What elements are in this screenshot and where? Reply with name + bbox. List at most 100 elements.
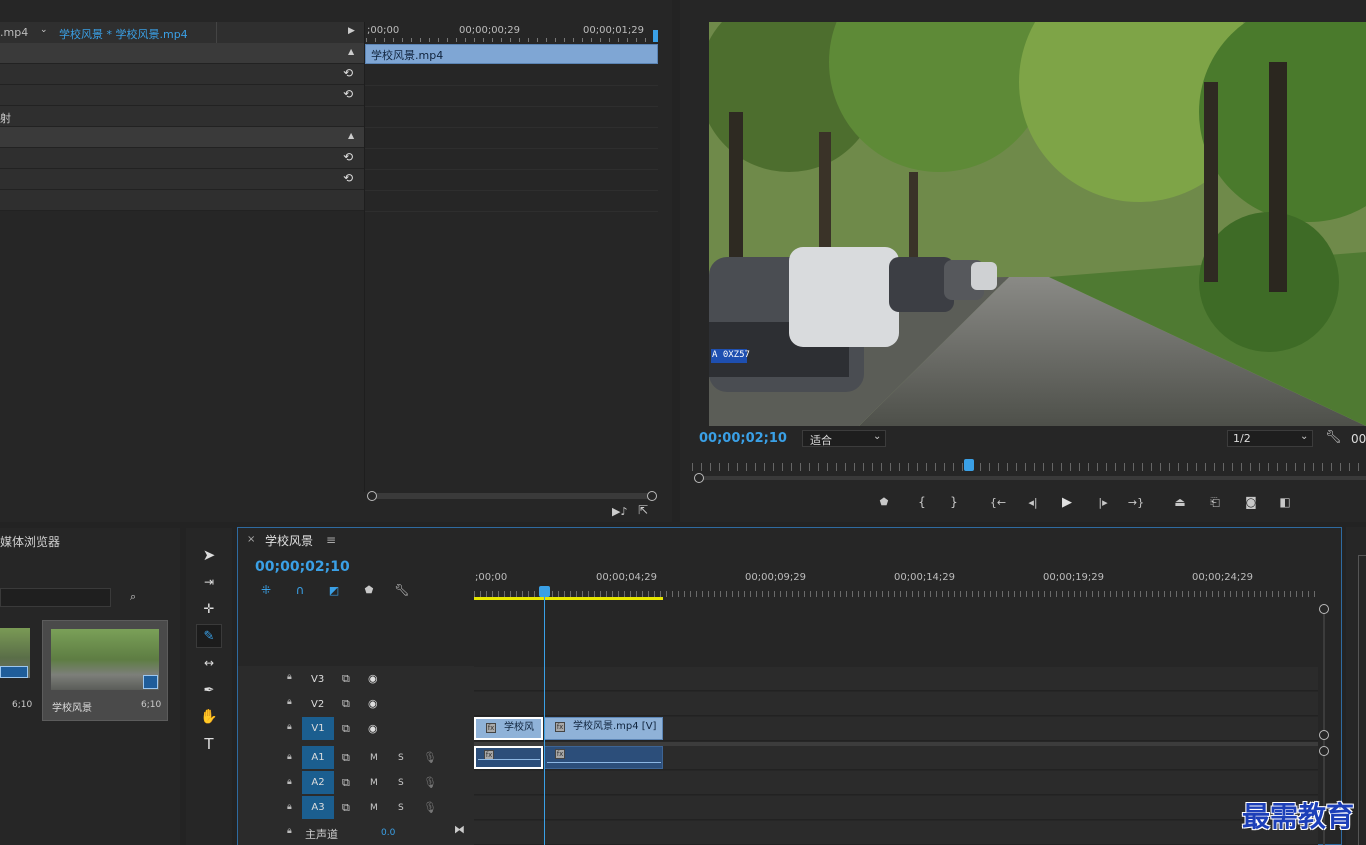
project-item-selected[interactable]: 学校风景 6;10	[42, 620, 168, 721]
track-lane-a3[interactable]	[474, 796, 1318, 820]
sync-lock-icon[interactable]: ⧉	[342, 801, 350, 815]
work-area-bar[interactable]	[474, 597, 663, 600]
compare-icon[interactable]: ◧	[1276, 494, 1294, 510]
program-scrubber-ticks[interactable]	[692, 463, 1366, 471]
reset-icon[interactable]: ⟲	[343, 87, 353, 101]
mute-button[interactable]: M	[370, 753, 378, 763]
sync-lock-icon[interactable]: ⧉	[342, 672, 350, 686]
reset-icon[interactable]: ⟲	[343, 171, 353, 185]
razor-tool-icon[interactable]: ✎	[196, 624, 222, 648]
timeline-timecode[interactable]: 00;00;02;10	[255, 559, 350, 575]
track-label-v3[interactable]: V3	[311, 674, 324, 685]
close-tab-icon[interactable]: ×	[247, 534, 255, 545]
play-icon[interactable]: ▶	[1058, 493, 1076, 511]
solo-button[interactable]: S	[398, 803, 404, 813]
audio-clip[interactable]: fx	[544, 746, 663, 769]
microphone-icon[interactable]: 🎙︎	[423, 801, 437, 814]
mute-button[interactable]: M	[370, 803, 378, 813]
lock-icon[interactable]: 🔒︎	[287, 826, 292, 836]
nest-icon[interactable]: ⁜	[258, 582, 274, 598]
tab-media-browser[interactable]: 媒体浏览器	[0, 533, 60, 550]
slip-tool-icon[interactable]: ↔	[196, 651, 222, 675]
timeline-playhead-line[interactable]	[544, 597, 545, 845]
eye-icon[interactable]: ◉	[368, 697, 378, 710]
lock-icon[interactable]: 🔒︎	[287, 752, 292, 762]
type-tool-icon[interactable]: T	[196, 732, 222, 756]
video-zoom-handle-top[interactable]	[1319, 604, 1329, 614]
snap-icon[interactable]: ∩	[292, 582, 308, 598]
chevron-down-icon[interactable]: ⌄	[40, 25, 48, 35]
project-search-input[interactable]	[0, 588, 111, 607]
video-clip[interactable]: fx 学校风景.mp4 [V]	[544, 717, 663, 740]
panel-menu-icon[interactable]: ≡	[326, 533, 336, 547]
go-to-in-icon[interactable]: {←	[988, 494, 1008, 510]
timeline-settings-icon[interactable]: 🔧︎	[394, 582, 410, 598]
sync-lock-icon[interactable]: ⧉	[342, 697, 350, 711]
zoom-select[interactable]: 适合 ⌄	[802, 430, 886, 447]
play-clip-icon[interactable]: ▶	[348, 26, 355, 36]
track-target-a1[interactable]: A1	[302, 746, 334, 769]
track-lane-a2[interactable]	[474, 771, 1318, 795]
track-select-tool-icon[interactable]: ⇥	[196, 570, 222, 594]
eye-icon[interactable]: ◉	[368, 672, 378, 685]
program-zoom-handle[interactable]	[694, 473, 704, 483]
resolution-select[interactable]: 1/2 ⌄	[1227, 430, 1313, 447]
audio-zoom-handle-top[interactable]	[1319, 746, 1329, 756]
project-item[interactable]: 6;10	[0, 620, 40, 720]
pen-tool-icon[interactable]: ✒	[196, 678, 222, 702]
program-playhead[interactable]	[964, 459, 974, 471]
lock-icon[interactable]: 🔒︎	[287, 672, 292, 682]
extract-icon[interactable]: ⎗	[1205, 494, 1225, 510]
track-target-a2[interactable]: A2	[302, 771, 334, 794]
program-video-frame[interactable]: A 0XZ57	[709, 22, 1366, 426]
linked-selection-icon[interactable]: ◩	[326, 582, 342, 598]
lock-icon[interactable]: 🔒︎	[287, 697, 292, 707]
video-clip-selected[interactable]: fx 学校风	[474, 717, 543, 740]
solo-button[interactable]: S	[398, 753, 404, 763]
lock-icon[interactable]: 🔒︎	[287, 777, 292, 787]
program-zoom-bar[interactable]	[702, 476, 1366, 480]
video-zoom-handle-bottom[interactable]	[1319, 730, 1329, 740]
go-to-out-icon[interactable]: →}	[1126, 494, 1146, 510]
reset-icon[interactable]: ⟲	[343, 150, 353, 164]
mark-in-icon[interactable]: {	[914, 494, 930, 510]
audio-clip-selected[interactable]: fx	[474, 746, 543, 769]
microphone-icon[interactable]: 🎙︎	[423, 776, 437, 789]
mark-out-icon[interactable]: }	[946, 494, 962, 510]
program-timecode[interactable]: 00;00;02;10	[699, 431, 787, 446]
track-lane-v2[interactable]	[474, 692, 1318, 716]
track-target-a3[interactable]: A3	[302, 796, 334, 819]
sync-lock-icon[interactable]: ⧉	[342, 751, 350, 765]
sync-lock-icon[interactable]: ⧉	[342, 776, 350, 790]
master-volume-value[interactable]: 0.0	[381, 828, 395, 838]
collapse-icon[interactable]: ▲	[348, 131, 354, 140]
add-marker-icon[interactable]: ⬟	[361, 582, 377, 598]
timeline-tab-title[interactable]: 学校风景	[265, 532, 313, 549]
solo-button[interactable]: S	[398, 778, 404, 788]
camera-icon[interactable]: ◙	[1242, 494, 1260, 510]
lock-icon[interactable]: 🔒︎	[287, 802, 292, 812]
wrench-icon[interactable]: 🔧︎	[1325, 430, 1342, 445]
effect-section-audio[interactable]	[0, 127, 364, 148]
effect-section-motion[interactable]	[0, 43, 364, 64]
step-back-icon[interactable]: ◂|	[1024, 494, 1042, 510]
hand-tool-icon[interactable]: ✋	[196, 705, 222, 729]
ripple-edit-tool-icon[interactable]: ✛	[196, 597, 222, 621]
ec-playhead[interactable]	[653, 30, 658, 42]
eye-icon[interactable]: ◉	[368, 722, 378, 735]
source-clip-tab[interactable]: .mp4	[0, 26, 28, 39]
find-icon[interactable]: ⌕	[130, 590, 136, 604]
selection-tool-icon[interactable]: ➤	[196, 543, 222, 567]
mute-button[interactable]: M	[370, 778, 378, 788]
track-label-v2[interactable]: V2	[311, 699, 324, 710]
go-to-end-icon[interactable]: ⧓	[454, 823, 465, 836]
marker-in-icon[interactable]: ⬟	[876, 494, 892, 510]
ec-zoom-handle-left[interactable]	[367, 491, 377, 501]
track-lane-master[interactable]	[474, 821, 1318, 845]
sync-lock-icon[interactable]: ⧉	[342, 722, 350, 736]
track-target-v1[interactable]: V1	[302, 717, 334, 740]
ec-zoom-handle-right[interactable]	[647, 491, 657, 501]
microphone-icon[interactable]: 🎙︎	[423, 751, 437, 764]
step-forward-icon[interactable]: |▸	[1094, 494, 1112, 510]
ec-zoom-scrollbar[interactable]	[370, 493, 654, 499]
